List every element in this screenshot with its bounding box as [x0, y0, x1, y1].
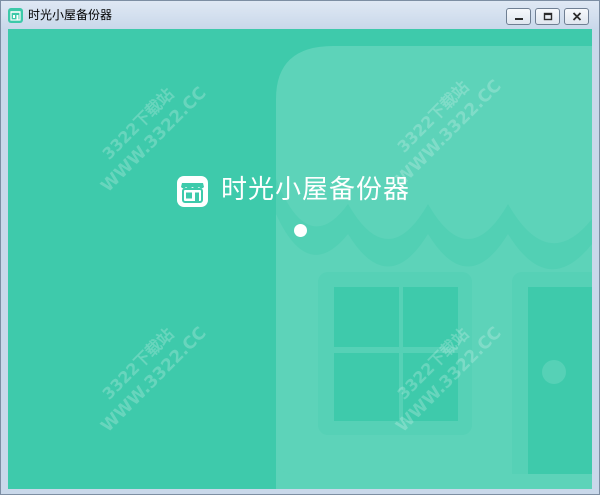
- close-icon: [572, 12, 581, 21]
- maximize-button[interactable]: [535, 8, 560, 25]
- minimize-button[interactable]: [506, 8, 531, 25]
- app-name: 时光小屋备份器: [221, 175, 411, 205]
- close-button[interactable]: [564, 8, 589, 25]
- title-bar[interactable]: 时光小屋备份器: [1, 1, 599, 29]
- app-icon: [8, 8, 23, 23]
- splash-screen: 3322下载站 WWW.3322.CC 3322下载站 WWW.3322.CC …: [8, 29, 592, 489]
- loading-indicator: [294, 224, 307, 237]
- maximize-icon: [543, 12, 552, 21]
- shop-house-icon: [177, 176, 208, 207]
- minimize-icon: [514, 17, 523, 20]
- window-title: 时光小屋备份器: [28, 8, 113, 22]
- app-window: 时光小屋备份器 3322下载站 WWW.3322.CC 3322下载站 WWW.…: [0, 0, 600, 495]
